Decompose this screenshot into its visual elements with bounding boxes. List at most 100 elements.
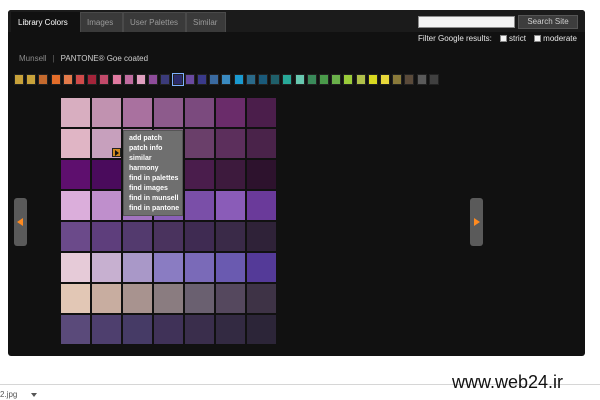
color-patch[interactable] bbox=[247, 315, 276, 344]
hue-swatch[interactable] bbox=[221, 74, 232, 85]
hue-swatch[interactable] bbox=[355, 74, 366, 85]
color-patch[interactable] bbox=[92, 284, 121, 313]
hue-swatch[interactable] bbox=[62, 74, 73, 85]
color-patch[interactable] bbox=[61, 98, 90, 127]
color-patch[interactable] bbox=[185, 315, 214, 344]
color-patch[interactable] bbox=[123, 98, 152, 127]
hue-swatch[interactable] bbox=[319, 74, 329, 85]
chevron-down-icon[interactable] bbox=[31, 393, 37, 397]
hue-swatch[interactable] bbox=[258, 74, 268, 85]
color-patch[interactable] bbox=[154, 98, 183, 127]
color-patch[interactable] bbox=[61, 222, 90, 251]
color-patch[interactable] bbox=[123, 315, 152, 344]
menu-item-harmony[interactable]: harmony bbox=[129, 164, 177, 174]
color-patch[interactable] bbox=[216, 284, 245, 313]
hue-swatch[interactable] bbox=[331, 74, 342, 85]
color-patch[interactable] bbox=[61, 315, 90, 344]
color-patch[interactable] bbox=[247, 98, 276, 127]
color-patch[interactable] bbox=[185, 160, 214, 189]
hue-swatch[interactable] bbox=[75, 74, 85, 85]
color-patch[interactable] bbox=[185, 284, 214, 313]
hue-swatch[interactable] bbox=[171, 73, 184, 86]
menu-item-patch-info[interactable]: patch info bbox=[129, 144, 177, 154]
hue-swatch[interactable] bbox=[343, 74, 354, 85]
menu-item-find-in-palettes[interactable]: find in palettes bbox=[129, 174, 178, 184]
next-page-button[interactable] bbox=[470, 198, 483, 246]
munsell-link[interactable]: Munsell bbox=[19, 54, 47, 63]
color-patch[interactable] bbox=[92, 160, 121, 189]
color-patch[interactable] bbox=[92, 315, 121, 344]
tab-images[interactable]: Images bbox=[80, 12, 123, 32]
patch-menu-marker[interactable] bbox=[112, 148, 121, 157]
color-patch[interactable] bbox=[61, 160, 90, 189]
color-patch[interactable] bbox=[92, 191, 121, 220]
color-patch[interactable] bbox=[185, 253, 214, 282]
color-patch[interactable] bbox=[154, 253, 183, 282]
hue-swatch[interactable] bbox=[123, 74, 134, 85]
color-patch[interactable] bbox=[61, 253, 90, 282]
hue-swatch[interactable] bbox=[380, 74, 390, 85]
hue-swatch[interactable] bbox=[38, 74, 49, 85]
color-patch[interactable] bbox=[61, 129, 90, 158]
color-patch[interactable] bbox=[154, 315, 183, 344]
hue-swatch[interactable] bbox=[160, 74, 171, 85]
color-patch[interactable] bbox=[247, 253, 276, 282]
color-patch[interactable] bbox=[185, 98, 214, 127]
color-patch[interactable] bbox=[216, 222, 245, 251]
color-patch[interactable] bbox=[247, 160, 276, 189]
strict-checkbox[interactable] bbox=[500, 35, 508, 42]
color-patch[interactable] bbox=[185, 191, 214, 220]
menu-item-add-patch[interactable]: add patch bbox=[129, 134, 177, 144]
hue-swatch[interactable] bbox=[416, 74, 427, 85]
color-patch[interactable] bbox=[61, 191, 90, 220]
moderate-checkbox[interactable] bbox=[534, 35, 542, 42]
color-patch[interactable] bbox=[185, 222, 214, 251]
hue-swatch[interactable] bbox=[197, 74, 207, 85]
color-patch[interactable] bbox=[216, 160, 245, 189]
search-input[interactable] bbox=[418, 16, 515, 28]
hue-swatch[interactable] bbox=[148, 74, 159, 85]
hue-swatch[interactable] bbox=[136, 74, 146, 85]
hue-swatch[interactable] bbox=[14, 74, 24, 85]
hue-swatch[interactable] bbox=[367, 74, 378, 85]
color-patch[interactable] bbox=[154, 222, 183, 251]
tab-similar[interactable]: Similar bbox=[186, 12, 226, 32]
color-patch[interactable] bbox=[247, 284, 276, 313]
color-patch[interactable] bbox=[61, 284, 90, 313]
hue-swatch[interactable] bbox=[270, 74, 281, 85]
color-patch[interactable] bbox=[92, 222, 121, 251]
color-patch[interactable] bbox=[216, 315, 245, 344]
hue-swatch[interactable] bbox=[50, 74, 61, 85]
prev-page-button[interactable] bbox=[14, 198, 27, 246]
color-patch[interactable] bbox=[123, 222, 152, 251]
hue-swatch[interactable] bbox=[404, 74, 415, 85]
download-file-name[interactable]: 2.jpg bbox=[0, 390, 17, 399]
hue-swatch[interactable] bbox=[184, 74, 195, 85]
hue-swatch[interactable] bbox=[245, 74, 256, 85]
hue-swatch[interactable] bbox=[294, 74, 305, 85]
hue-swatch[interactable] bbox=[392, 74, 403, 85]
menu-item-similar[interactable]: similar bbox=[129, 154, 177, 164]
color-patch[interactable] bbox=[216, 191, 245, 220]
color-patch[interactable] bbox=[216, 129, 245, 158]
hue-swatch[interactable] bbox=[99, 74, 110, 85]
color-patch[interactable] bbox=[123, 253, 152, 282]
color-patch[interactable] bbox=[216, 98, 245, 127]
menu-item-find-images[interactable]: find images bbox=[129, 184, 177, 194]
color-patch[interactable] bbox=[92, 98, 121, 127]
tab-library-colors[interactable]: Library Colors bbox=[11, 12, 80, 32]
color-patch[interactable] bbox=[92, 253, 121, 282]
hue-swatch[interactable] bbox=[233, 74, 244, 85]
menu-item-find-in-munsell[interactable]: find in munsell bbox=[129, 194, 178, 204]
hue-swatch[interactable] bbox=[428, 74, 439, 85]
hue-swatch[interactable] bbox=[282, 74, 293, 85]
color-patch[interactable] bbox=[247, 222, 276, 251]
color-patch[interactable] bbox=[154, 284, 183, 313]
hue-swatch[interactable] bbox=[209, 74, 220, 85]
search-site-button[interactable]: Search Site bbox=[518, 15, 578, 29]
hue-swatch[interactable] bbox=[306, 74, 317, 85]
color-patch[interactable] bbox=[123, 284, 152, 313]
color-patch[interactable] bbox=[247, 191, 276, 220]
hue-swatch[interactable] bbox=[87, 74, 98, 85]
tab-user-palettes[interactable]: User Palettes bbox=[123, 12, 186, 32]
